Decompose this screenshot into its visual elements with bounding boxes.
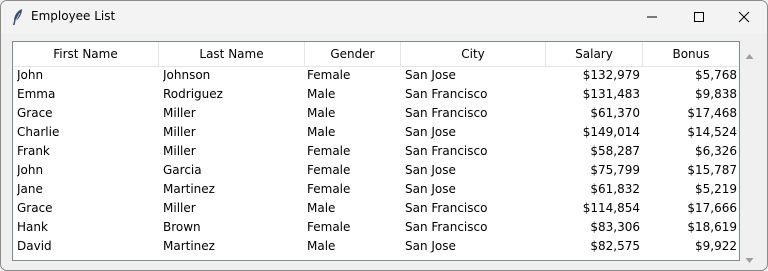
- cell-city: San Francisco: [405, 220, 488, 234]
- cell-bonus: $5,219: [695, 182, 737, 196]
- cell-gender: Female: [307, 163, 351, 177]
- cell-gender: Female: [307, 144, 351, 158]
- table-row[interactable]: John Garcia Female San Jose $75,799 $15,…: [13, 161, 739, 180]
- cell-gender: Female: [307, 220, 351, 234]
- cell-first-name: Grace: [17, 106, 53, 120]
- cell-salary: $132,979: [582, 68, 640, 82]
- maximize-button[interactable]: [676, 1, 722, 33]
- vertical-scrollbar[interactable]: [741, 41, 758, 263]
- cell-first-name: Frank: [17, 144, 50, 158]
- cell-salary: $61,370: [590, 106, 640, 120]
- window-title: Employee List: [31, 9, 116, 23]
- cell-salary: $149,014: [582, 125, 640, 139]
- cell-gender: Female: [307, 68, 351, 82]
- table-header: First Name Last Name Gender City Salary …: [13, 42, 739, 67]
- table-row[interactable]: Jane Martinez Female San Jose $61,832 $5…: [13, 180, 739, 199]
- column-header-bonus[interactable]: Bonus: [643, 42, 739, 66]
- column-header-last-name[interactable]: Last Name: [159, 42, 305, 66]
- cell-last-name: Miller: [163, 125, 196, 139]
- cell-last-name: Miller: [163, 201, 196, 215]
- cell-last-name: Johnson: [163, 68, 211, 82]
- cell-gender: Male: [307, 87, 336, 101]
- scroll-down-arrow-icon[interactable]: [745, 249, 754, 268]
- cell-bonus: $14,524: [687, 125, 737, 139]
- table-row[interactable]: Grace Miller Male San Francisco $61,370 …: [13, 104, 739, 123]
- table-row[interactable]: Charlie Miller Male San Jose $149,014 $1…: [13, 123, 739, 142]
- cell-salary: $58,287: [590, 144, 640, 158]
- cell-first-name: Emma: [17, 87, 56, 101]
- cell-city: San Francisco: [405, 106, 488, 120]
- minimize-icon: [647, 16, 657, 18]
- table-row[interactable]: Hank Brown Female San Francisco $83,306 …: [13, 218, 739, 237]
- cell-gender: Male: [307, 106, 336, 120]
- table-row[interactable]: David Martinez Male San Jose $82,575 $9,…: [13, 237, 739, 256]
- column-header-city[interactable]: City: [401, 42, 546, 66]
- cell-salary: $83,306: [590, 220, 640, 234]
- cell-city: San Francisco: [405, 144, 488, 158]
- cell-bonus: $18,619: [687, 220, 737, 234]
- cell-salary: $75,799: [590, 163, 640, 177]
- minimize-button[interactable]: [629, 1, 675, 33]
- cell-bonus: $17,468: [687, 106, 737, 120]
- table-row[interactable]: Frank Miller Female San Francisco $58,28…: [13, 142, 739, 161]
- cell-bonus: $5,768: [695, 68, 737, 82]
- cell-gender: Male: [307, 201, 336, 215]
- cell-bonus: $9,838: [695, 87, 737, 101]
- cell-city: San Francisco: [405, 87, 488, 101]
- cell-salary: $61,832: [590, 182, 640, 196]
- cell-last-name: Rodriguez: [163, 87, 223, 101]
- table-row[interactable]: Grace Miller Male San Francisco $114,854…: [13, 199, 739, 218]
- cell-bonus: $15,787: [687, 163, 737, 177]
- cell-gender: Female: [307, 182, 351, 196]
- cell-first-name: Hank: [17, 220, 48, 234]
- cell-city: San Jose: [405, 239, 456, 253]
- cell-last-name: Garcia: [163, 163, 202, 177]
- cell-first-name: David: [17, 239, 52, 253]
- employee-table[interactable]: First Name Last Name Gender City Salary …: [12, 41, 740, 261]
- cell-bonus: $6,326: [695, 144, 737, 158]
- column-header-salary[interactable]: Salary: [546, 42, 643, 66]
- cell-city: San Francisco: [405, 201, 488, 215]
- cell-city: San Jose: [405, 68, 456, 82]
- close-button[interactable]: [721, 1, 767, 33]
- cell-city: San Jose: [405, 182, 456, 196]
- cell-salary: $82,575: [590, 239, 640, 253]
- cell-bonus: $17,666: [687, 201, 737, 215]
- cell-last-name: Brown: [163, 220, 201, 234]
- cell-salary: $131,483: [582, 87, 640, 101]
- feather-icon: [11, 8, 25, 26]
- cell-last-name: Martinez: [163, 239, 215, 253]
- cell-salary: $114,854: [582, 201, 640, 215]
- cell-first-name: John: [17, 163, 44, 177]
- app-window: Employee List First Name Last Name Gende…: [0, 0, 768, 271]
- cell-bonus: $9,922: [695, 239, 737, 253]
- cell-last-name: Miller: [163, 106, 196, 120]
- cell-gender: Male: [307, 125, 336, 139]
- cell-last-name: Miller: [163, 144, 196, 158]
- cell-city: San Jose: [405, 163, 456, 177]
- cell-first-name: Jane: [17, 182, 43, 196]
- cell-last-name: Martinez: [163, 182, 215, 196]
- cell-first-name: Charlie: [17, 125, 60, 139]
- scroll-up-arrow-icon[interactable]: [745, 45, 754, 64]
- cell-first-name: Grace: [17, 201, 53, 215]
- close-icon: [738, 11, 750, 23]
- cell-city: San Jose: [405, 125, 456, 139]
- table-row[interactable]: John Johnson Female San Jose $132,979 $5…: [13, 66, 739, 85]
- column-header-first-name[interactable]: First Name: [13, 42, 159, 66]
- table-row[interactable]: Emma Rodriguez Male San Francisco $131,4…: [13, 85, 739, 104]
- column-header-gender[interactable]: Gender: [305, 42, 401, 66]
- maximize-icon: [694, 12, 704, 22]
- cell-gender: Male: [307, 239, 336, 253]
- cell-first-name: John: [17, 68, 44, 82]
- title-bar[interactable]: Employee List: [1, 1, 767, 33]
